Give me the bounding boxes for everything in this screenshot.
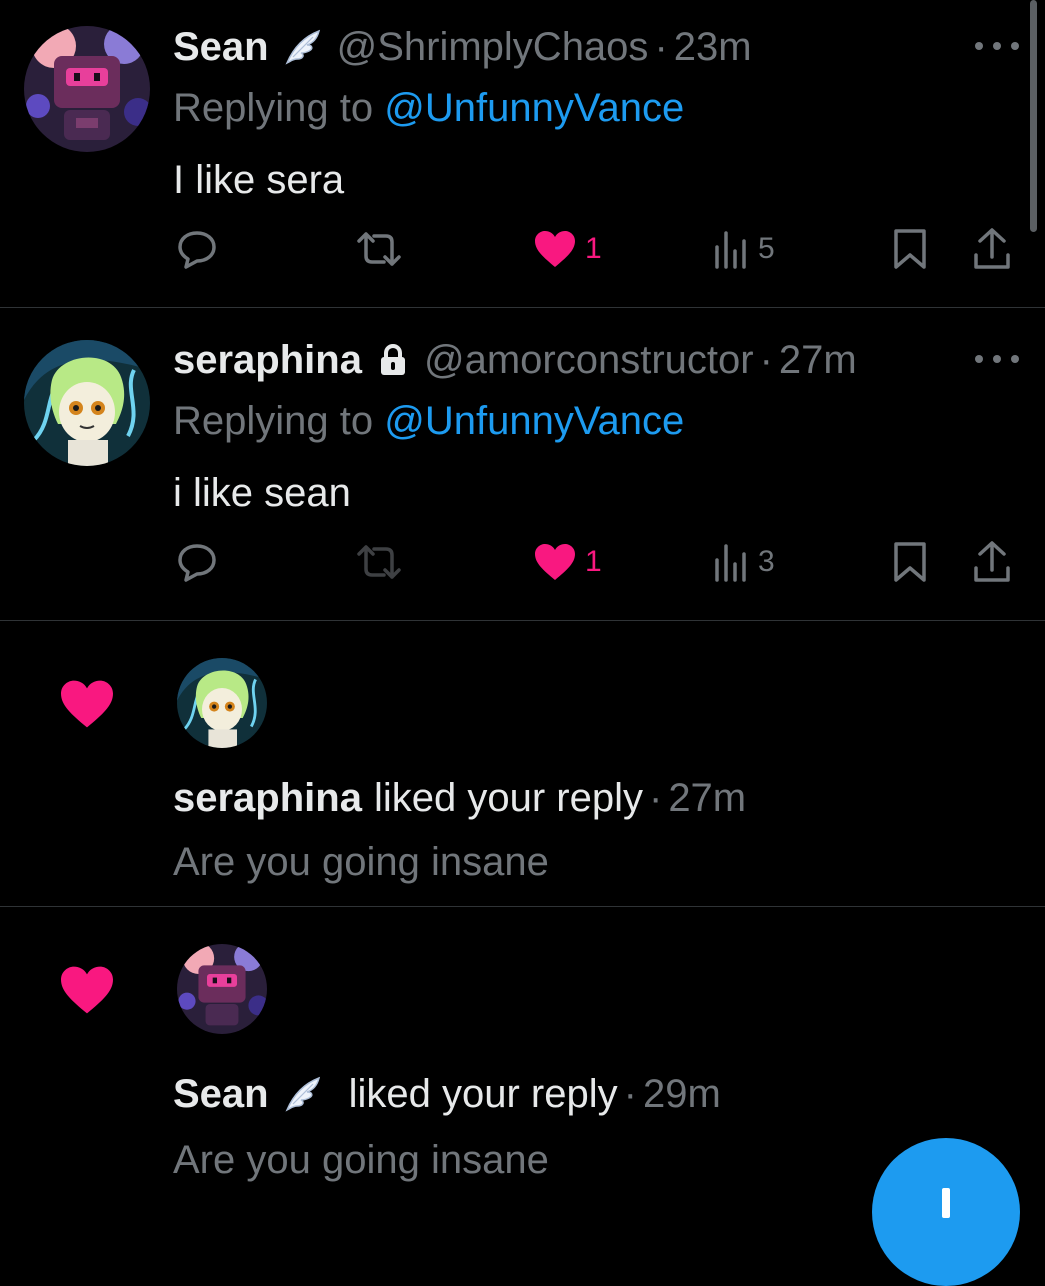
separator: · [648, 776, 663, 820]
replying-to-label: Replying to [173, 399, 385, 443]
wing-icon [283, 1074, 323, 1114]
like-notification[interactable]: seraphina liked your reply · 27m Are you… [0, 621, 1045, 907]
lock-icon [378, 343, 408, 377]
display-name[interactable]: seraphina [173, 340, 362, 380]
avatar[interactable] [177, 658, 267, 748]
mention-link[interactable]: @UnfunnyVance [384, 399, 684, 443]
liked-reply-text: Are you going insane [173, 1138, 549, 1182]
wing-icon [283, 27, 323, 67]
reply-button[interactable] [176, 227, 218, 271]
bookmark-icon [894, 542, 926, 582]
like-notification[interactable]: Sean liked your reply · 29m Are you goin… [0, 907, 1045, 1200]
heart-icon [535, 544, 575, 580]
retweet-button[interactable] [356, 227, 402, 271]
like-count: 1 [585, 545, 602, 578]
like-button[interactable]: 1 [533, 540, 602, 584]
bookmark-button[interactable] [892, 540, 928, 584]
tweet-text: i like sean [173, 471, 351, 515]
tweet-header: seraphina @amorconstructor · 27m [173, 335, 857, 385]
views-icon [715, 231, 746, 269]
compose-button[interactable] [872, 1138, 1020, 1286]
replying-to-label: Replying to [173, 86, 385, 130]
notification-text: Sean liked your reply · 29m [173, 1069, 721, 1119]
notification-action: liked your reply [373, 776, 643, 820]
view-count: 3 [758, 545, 775, 578]
share-button[interactable] [972, 540, 1012, 584]
separator: · [759, 338, 773, 382]
retweet-icon [357, 232, 401, 266]
reply-tweet[interactable]: seraphina @amorconstructor · 27m Replyin… [0, 308, 1045, 621]
username-handle[interactable]: @amorconstructor [424, 340, 754, 380]
reply-button[interactable] [176, 540, 218, 584]
like-count: 1 [585, 232, 602, 265]
heart-icon [61, 966, 113, 1014]
display-name[interactable]: seraphina [173, 778, 362, 818]
reply-icon [178, 231, 216, 269]
tweet-text: I like sera [173, 158, 345, 202]
share-icon [974, 228, 1010, 269]
separator: · [654, 25, 668, 69]
reply-icon [178, 544, 216, 582]
like-button[interactable]: 1 [533, 227, 602, 271]
display-name[interactable]: Sean [173, 1074, 269, 1114]
replying-to-line: Replying to @UnfunnyVance [173, 401, 684, 441]
retweet-icon [357, 545, 401, 579]
reply-tweet[interactable]: Sean @ShrimplyChaos · 23m Replying to @U… [0, 0, 1045, 308]
bookmark-icon [894, 229, 926, 269]
avatar[interactable] [24, 340, 150, 466]
view-count: 5 [758, 232, 775, 265]
timestamp[interactable]: 27m [779, 340, 857, 380]
timestamp[interactable]: 23m [674, 27, 752, 67]
share-button[interactable] [972, 227, 1012, 271]
more-options-icon[interactable] [975, 353, 1019, 365]
timestamp: 27m [668, 776, 747, 820]
timestamp: 29m [642, 1072, 721, 1116]
avatar[interactable] [177, 944, 267, 1034]
more-options-icon[interactable] [975, 40, 1019, 52]
username-handle[interactable]: @ShrimplyChaos [337, 27, 649, 67]
retweet-button [356, 540, 402, 584]
heart-icon [61, 680, 113, 728]
notification-action: liked your reply [348, 1072, 618, 1116]
tweet-header: Sean @ShrimplyChaos · 23m [173, 22, 752, 72]
avatar[interactable] [24, 26, 150, 152]
liked-reply-text: Are you going insane [173, 840, 549, 884]
views-button[interactable]: 3 [714, 540, 775, 584]
separator: · [623, 1072, 637, 1116]
views-icon [715, 544, 746, 582]
share-icon [974, 541, 1010, 582]
mention-link[interactable]: @UnfunnyVance [384, 86, 684, 130]
display-name[interactable]: Sean [173, 27, 269, 67]
heart-icon [535, 231, 575, 267]
notification-text: seraphina liked your reply · 27m [173, 773, 746, 823]
replying-to-line: Replying to @UnfunnyVance [173, 88, 684, 128]
bookmark-button[interactable] [892, 227, 928, 271]
views-button[interactable]: 5 [714, 227, 775, 271]
plus-icon [942, 1188, 950, 1218]
